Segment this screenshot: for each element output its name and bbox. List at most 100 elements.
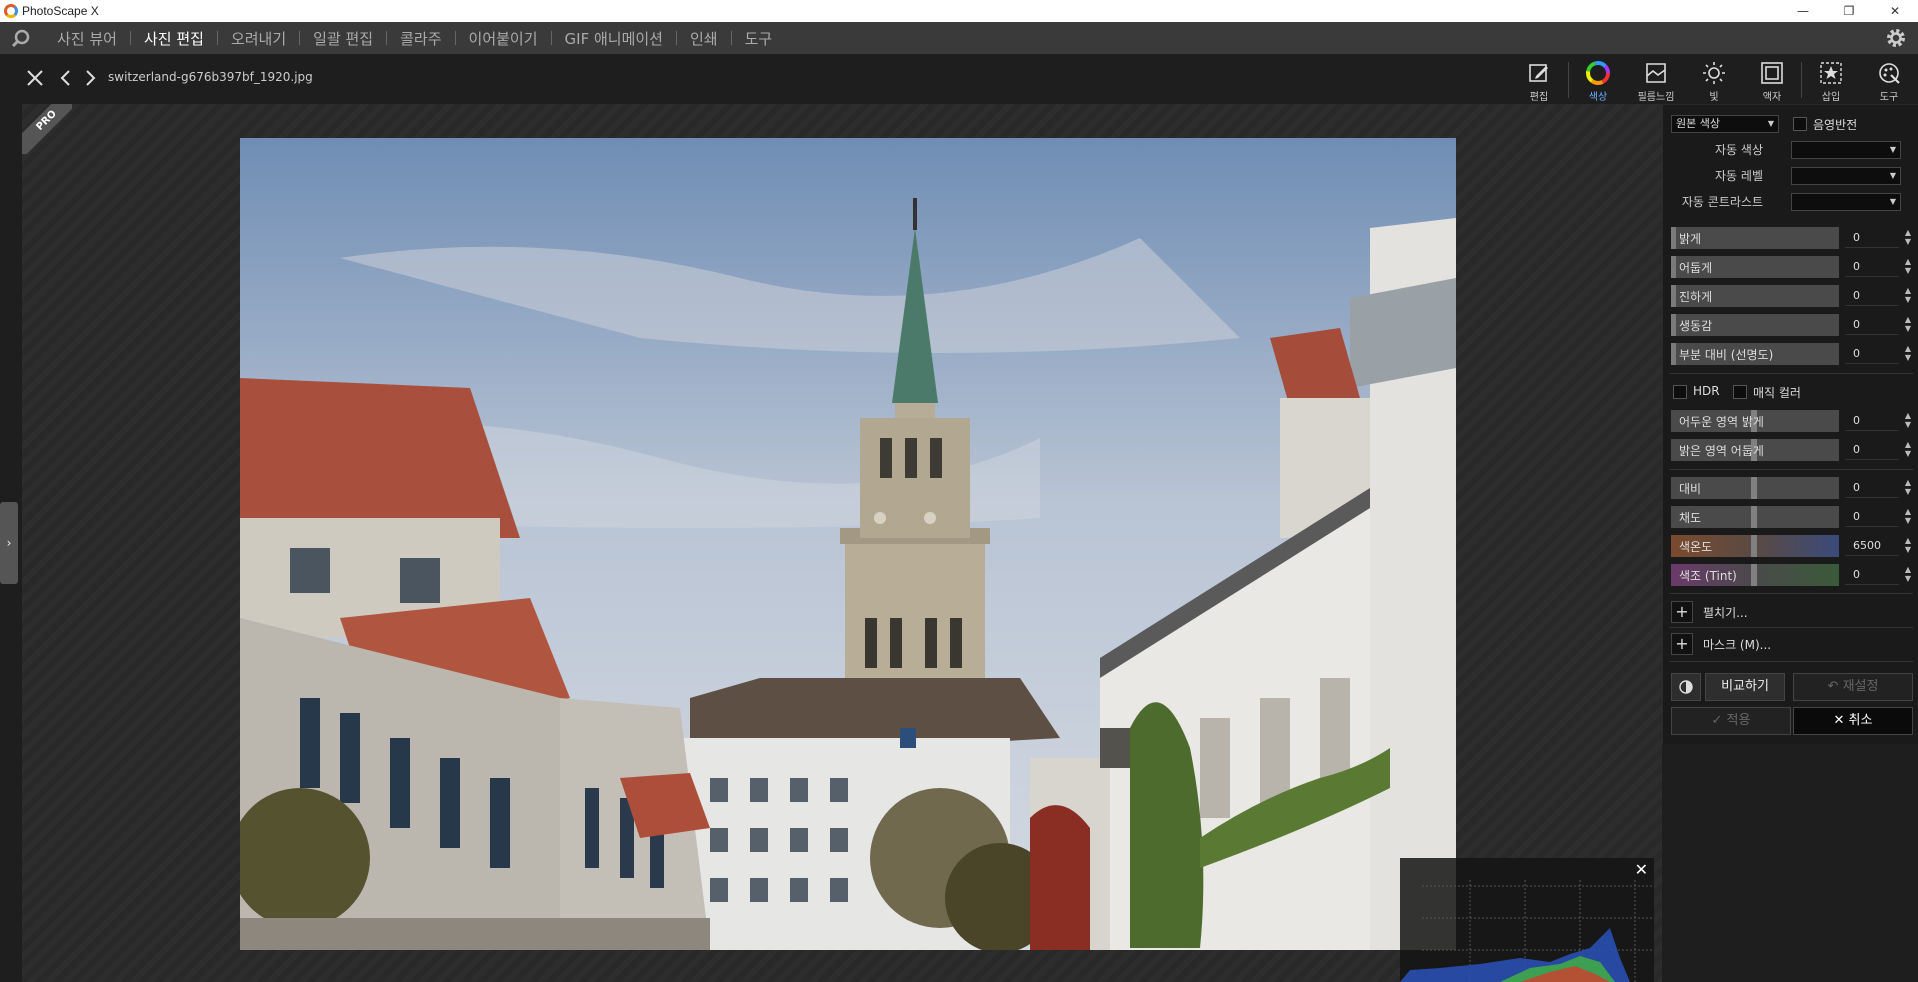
slider-thumb[interactable] <box>1751 477 1757 499</box>
vibrance-slider[interactable]: 생동감 <box>1671 314 1839 336</box>
chevron-left-icon[interactable] <box>54 66 76 90</box>
color-temperature-spinner[interactable]: ▲ ▼ <box>1903 536 1913 556</box>
slider-label: 생동감 <box>1679 319 1713 333</box>
auto-level-select[interactable] <box>1791 167 1901 185</box>
section-divider <box>1669 469 1913 470</box>
slider-thumb[interactable] <box>1751 535 1757 557</box>
auto-color-select[interactable] <box>1791 141 1901 159</box>
brighten-spinner[interactable]: ▲ ▼ <box>1903 228 1913 248</box>
tab-insert[interactable]: 삽입 <box>1802 58 1860 104</box>
compare-toggle-button[interactable] <box>1671 673 1701 701</box>
color-mode-select[interactable]: 원본 색상 <box>1671 115 1779 133</box>
highlight-darken-slider[interactable]: 밝은 영역 어둡게 <box>1671 439 1839 461</box>
contrast-value[interactable]: 0 <box>1845 478 1899 498</box>
auto-contrast-label: 자동 콘트라스트 <box>1681 195 1763 209</box>
auto-contrast-select[interactable] <box>1791 193 1901 211</box>
saturation-value[interactable]: 0 <box>1845 507 1899 527</box>
mask-plus-button[interactable]: + <box>1671 633 1693 655</box>
menu-tools[interactable]: 도구 <box>732 28 786 49</box>
menu-batch[interactable]: 일괄 편집 <box>300 28 386 49</box>
pro-badge: PRO <box>22 104 72 154</box>
brighten-slider[interactable]: 밝게 <box>1671 227 1839 249</box>
clarity-value[interactable]: 0 <box>1845 344 1899 364</box>
deepen-slider[interactable]: 진하게 <box>1671 285 1839 307</box>
undo-icon: ↶ <box>1827 679 1843 694</box>
tint-value[interactable]: 0 <box>1845 565 1899 585</box>
tab-frame[interactable]: 액자 <box>1743 58 1801 104</box>
magic-color-label: 매직 컬러 <box>1753 386 1801 400</box>
slider-bar <box>1671 285 1676 307</box>
menu-combine[interactable]: 이어붙이기 <box>456 28 551 49</box>
color-temperature-value[interactable]: 6500 <box>1845 536 1899 556</box>
shadow-brighten-value[interactable]: 0 <box>1845 411 1899 431</box>
menu-collage[interactable]: 콜라주 <box>387 28 454 49</box>
slider-label: 어두운 영역 밝게 <box>1679 415 1764 429</box>
contrast-spinner[interactable]: ▲ ▼ <box>1903 478 1913 498</box>
slider-label: 색조 (Tint) <box>1679 569 1737 583</box>
expand-label[interactable]: 펼치기... <box>1703 604 1748 621</box>
deepen-value[interactable]: 0 <box>1845 286 1899 306</box>
saturation-spinner[interactable]: ▲ ▼ <box>1903 507 1913 527</box>
slider-label: 채도 <box>1679 511 1702 525</box>
gear-icon[interactable] <box>1884 26 1908 50</box>
tint-slider[interactable]: 색조 (Tint) <box>1671 564 1839 586</box>
saturation-slider[interactable]: 채도 <box>1671 506 1839 528</box>
slider-thumb[interactable] <box>1751 564 1757 586</box>
close-icon: ✕ <box>1833 713 1849 728</box>
auto-color-label: 자동 색상 <box>1715 143 1763 157</box>
shadow-brighten-slider[interactable]: 어두운 영역 밝게 <box>1671 410 1839 432</box>
slider-label: 밝게 <box>1679 232 1702 246</box>
edit-icon <box>1526 60 1552 86</box>
vibrance-value[interactable]: 0 <box>1845 315 1899 335</box>
darken-value[interactable]: 0 <box>1845 257 1899 277</box>
close-window-button[interactable]: ✕ <box>1872 0 1918 22</box>
darken-spinner[interactable]: ▲ ▼ <box>1903 257 1913 277</box>
menu-photo-viewer[interactable]: 사진 뷰어 <box>44 28 130 49</box>
vibrance-spinner[interactable]: ▲ ▼ <box>1903 315 1913 335</box>
deepen-spinner[interactable]: ▲ ▼ <box>1903 286 1913 306</box>
expand-plus-button[interactable]: + <box>1671 601 1693 623</box>
maximize-button[interactable]: ❐ <box>1826 0 1872 22</box>
window-title: PhotoScape X <box>22 4 99 18</box>
app-icon <box>4 4 18 18</box>
contrast-slider[interactable]: 대비 <box>1671 477 1839 499</box>
darken-slider[interactable]: 어둡게 <box>1671 256 1839 278</box>
tools-icon <box>1876 60 1902 86</box>
reset-label: 재설정 <box>1842 679 1879 694</box>
tab-film[interactable]: 필름느낌 <box>1627 58 1685 104</box>
invert-checkbox[interactable] <box>1793 117 1807 131</box>
tab-edit[interactable]: 편집 <box>1510 58 1568 104</box>
menu-cut-out[interactable]: 오려내기 <box>218 28 299 49</box>
reset-button[interactable]: ↶ 재설정 <box>1793 673 1913 701</box>
menu-photo-editor[interactable]: 사진 편집 <box>131 28 217 49</box>
tab-tools[interactable]: 도구 <box>1860 58 1918 104</box>
tab-color[interactable]: 색상 <box>1569 58 1627 104</box>
search-icon[interactable] <box>10 27 32 49</box>
brighten-value[interactable]: 0 <box>1845 228 1899 248</box>
menu-gif[interactable]: GIF 애니메이션 <box>552 28 676 49</box>
mask-label[interactable]: 마스크 (M)... <box>1703 636 1771 653</box>
minimize-button[interactable]: — <box>1780 0 1826 22</box>
tab-light[interactable]: 빛 <box>1685 58 1743 104</box>
color-temperature-slider[interactable]: 색온도 <box>1671 535 1839 557</box>
slider-label: 진하게 <box>1679 290 1713 304</box>
expand-sidebar-handle[interactable]: › <box>0 502 18 584</box>
cancel-button[interactable]: ✕ 취소 <box>1793 707 1913 735</box>
slider-thumb[interactable] <box>1751 506 1757 528</box>
clarity-spinner[interactable]: ▲ ▼ <box>1903 344 1913 364</box>
compare-button[interactable]: 비교하기 <box>1705 673 1785 701</box>
hdr-checkbox[interactable] <box>1673 385 1687 399</box>
tint-spinner[interactable]: ▲ ▼ <box>1903 565 1913 585</box>
chevron-right-icon[interactable] <box>80 66 102 90</box>
magic-color-checkbox[interactable] <box>1733 385 1747 399</box>
tab-light-label: 빛 <box>1709 92 1719 103</box>
clarity-slider[interactable]: 부분 대비 (선명도) <box>1671 343 1839 365</box>
shadow-brighten-spinner[interactable]: ▲ ▼ <box>1903 411 1913 431</box>
apply-button[interactable]: ✓ 적용 <box>1671 707 1791 735</box>
menu-print[interactable]: 인쇄 <box>677 28 731 49</box>
close-icon[interactable] <box>24 66 46 90</box>
check-icon: ✓ <box>1711 713 1727 728</box>
color-adjust-panel: 원본 색상 음영반전 자동 색상 자동 레벨 자동 콘트라스트 밝게 0 ▲▼ … <box>1662 104 1918 744</box>
highlight-darken-value[interactable]: 0 <box>1845 440 1899 460</box>
highlight-darken-spinner[interactable]: ▲ ▼ <box>1903 440 1913 460</box>
